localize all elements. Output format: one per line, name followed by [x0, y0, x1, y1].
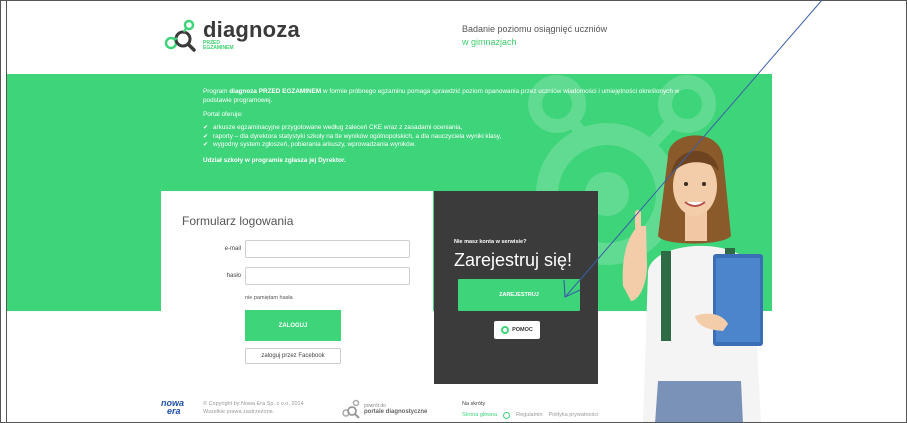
login-title: Formularz logowania [182, 214, 294, 228]
register-headline: Zarejestruj się! [454, 250, 573, 270]
help-button[interactable]: POMOC [494, 321, 540, 339]
header-tagline: Badanie poziomu osiągnięć uczniów w gimn… [462, 23, 607, 49]
shortcuts-title: Na skróty [462, 401, 486, 407]
register-panel: Nie masz konta w serwisie? Zarejestruj s… [434, 191, 598, 384]
home-link[interactable]: Strona główna [462, 410, 497, 421]
privacy-link[interactable]: Polityka prywatności [548, 410, 598, 421]
password-field[interactable] [245, 267, 410, 285]
register-question: Nie masz konta w serwisie? [454, 239, 527, 245]
nowa-era-logo[interactable]: nowa era [161, 399, 187, 419]
intro-pre: Program [203, 88, 230, 95]
left-border-line [6, 0, 7, 423]
password-label: hasło [226, 273, 241, 279]
copyright-line-2: Wszelkie prawa zastrzeżone. [203, 409, 275, 415]
facebook-login-button[interactable]: zaloguj przez Facebook [245, 348, 341, 364]
tagline-line-2: w gimnazjach [462, 37, 517, 47]
footer-shortcuts: Na skróty Strona główna Regulamin Polity… [462, 399, 598, 421]
email-field[interactable] [245, 240, 410, 258]
copyright: © Copyright by Nowa Era Sp. z o.o. 2014 … [203, 400, 304, 416]
offers-label: Portal oferuje: [203, 111, 243, 118]
diagnoza-logo-icon [164, 19, 196, 52]
logo-name: diagnoza [203, 17, 300, 42]
register-button[interactable]: ZAREJESTRUJ [458, 279, 580, 311]
lifebuoy-icon [501, 326, 510, 334]
forgot-password-link[interactable]: nie pamiętam hasła [245, 295, 293, 301]
portal-link[interactable]: powrót do portale diagnostyczne [341, 399, 427, 419]
diagnoza-small-icon [342, 399, 360, 419]
browser-viewport: diagnoza PRZED EGZAMINEM Badanie poziomu… [0, 0, 907, 423]
copyright-line-1: © Copyright by Nowa Era Sp. z o.o. 2014 [203, 401, 304, 407]
email-label: e-mail [224, 246, 241, 252]
intro-paragraph: Program diagnoza PRZED EGZAMINEM w formi… [203, 87, 693, 105]
login-panel: Formularz logowania e-mail hasło nie pam… [161, 191, 433, 384]
help-button-label: POMOC [512, 327, 533, 333]
student-photo [622, 135, 763, 422]
rules-link[interactable]: Regulamin [516, 410, 542, 421]
logo-sub-2: EGZAMINEM [203, 45, 234, 51]
login-button[interactable]: ZALOGUJ [245, 310, 341, 341]
nowa-era-logo-line-2: era [167, 406, 181, 416]
site-logo[interactable]: diagnoza PRZED EGZAMINEM [163, 17, 300, 53]
intro-program-name: diagnoza PRZED EGZAMINEM [229, 88, 322, 95]
tagline-line-1: Badanie poziomu osiągnięć uczniów [462, 24, 608, 34]
arrow-circle-icon [503, 412, 511, 419]
portal-line-2: portale diagnostyczne [364, 409, 428, 415]
